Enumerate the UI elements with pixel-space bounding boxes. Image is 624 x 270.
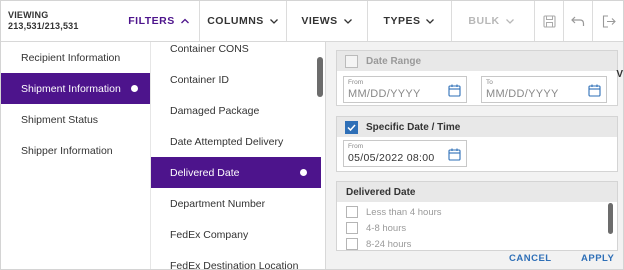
specific-date-title: Specific Date / Time bbox=[366, 121, 461, 133]
undo-button[interactable] bbox=[563, 1, 592, 41]
from-label: From bbox=[348, 143, 364, 150]
option-checkbox[interactable] bbox=[346, 206, 358, 218]
date-range-to-field[interactable]: To MM/DD/YYYY bbox=[481, 76, 607, 103]
chevron-up-icon bbox=[180, 18, 189, 24]
views-label: VIEWS bbox=[301, 15, 338, 27]
field-item-label: Delivered Date bbox=[170, 166, 240, 179]
clipped-edge-text: V bbox=[616, 69, 623, 80]
cancel-button[interactable]: CANCEL bbox=[509, 253, 552, 264]
field-item-container-cons[interactable]: Container CONS bbox=[151, 42, 321, 64]
field-item-department-number[interactable]: Department Number bbox=[151, 188, 321, 219]
field-item-damaged-package[interactable]: Damaged Package bbox=[151, 95, 321, 126]
specific-date-field[interactable]: From 05/05/2022 08:00 bbox=[343, 140, 467, 167]
viewing-count: 213,531/213,531 bbox=[8, 21, 79, 31]
delivered-date-header: Delivered Date bbox=[337, 182, 617, 202]
field-item-delivered-date[interactable]: Delivered Date bbox=[151, 157, 321, 188]
delivered-date-section: Delivered Date Less than 4 hours 4-8 hou… bbox=[336, 181, 618, 251]
viewing-label: VIEWING bbox=[8, 10, 49, 20]
nav-item-label: Shipment Status bbox=[21, 113, 99, 126]
field-item-fedex-company[interactable]: FedEx Company bbox=[151, 219, 321, 250]
nav-item-label: Shipper Information bbox=[21, 144, 113, 157]
types-label: TYPES bbox=[383, 15, 421, 27]
field-item-label: Container ID bbox=[170, 73, 229, 86]
from-label: From bbox=[348, 79, 364, 86]
bulk-label: BULK bbox=[468, 15, 500, 27]
date-range-checkbox[interactable] bbox=[345, 54, 358, 68]
export-button[interactable] bbox=[592, 1, 623, 41]
bulk-button[interactable]: BULK bbox=[451, 1, 531, 41]
options-scrollbar[interactable] bbox=[608, 203, 613, 234]
date-range-from-field[interactable]: From MM/DD/YYYY bbox=[343, 76, 467, 103]
filter-field-list: Container CONS Container ID Damaged Pack… bbox=[150, 42, 325, 270]
option-checkbox[interactable] bbox=[346, 222, 358, 234]
filters-button[interactable]: FILTERS bbox=[119, 1, 199, 41]
field-list-scrollbar[interactable] bbox=[317, 57, 323, 97]
date-range-header: Date Range bbox=[337, 51, 617, 71]
option-4-8-hours[interactable]: 4-8 hours bbox=[346, 221, 406, 235]
columns-label: COLUMNS bbox=[207, 15, 264, 27]
option-8-24-hours[interactable]: 8-24 hours bbox=[346, 237, 412, 250]
option-label: Less than 4 hours bbox=[366, 206, 442, 218]
delivered-date-title: Delivered Date bbox=[346, 186, 416, 198]
filter-category-nav: Recipient Information Shipment Informati… bbox=[1, 42, 151, 269]
chevron-down-icon bbox=[505, 19, 514, 24]
field-item-label: Department Number bbox=[170, 197, 266, 210]
views-button[interactable]: VIEWS bbox=[286, 1, 367, 41]
specific-date-checkbox[interactable] bbox=[345, 120, 358, 134]
field-item-date-attempted-delivery[interactable]: Date Attempted Delivery bbox=[151, 126, 321, 157]
filter-options-panel: Date Range From MM/DD/YYYY To MM/DD/YYYY bbox=[325, 42, 623, 269]
nav-item-recipient-information[interactable]: Recipient Information bbox=[1, 42, 150, 73]
nav-item-label: Shipment Information bbox=[21, 82, 121, 95]
calendar-icon[interactable] bbox=[588, 84, 601, 97]
field-item-label: Container CONS bbox=[170, 42, 249, 55]
chevron-down-icon bbox=[269, 19, 278, 24]
field-item-label: Damaged Package bbox=[170, 104, 260, 117]
save-button[interactable] bbox=[534, 1, 563, 41]
nav-item-shipment-information[interactable]: Shipment Information bbox=[1, 73, 150, 104]
active-indicator-dot bbox=[131, 85, 138, 92]
export-icon bbox=[602, 14, 616, 28]
field-item-fedex-destination-location[interactable]: FedEx Destination Location bbox=[151, 250, 321, 270]
to-label: To bbox=[486, 79, 493, 86]
calendar-icon[interactable] bbox=[448, 84, 461, 97]
viewing-counter: VIEWING 213,531/213,531 bbox=[8, 10, 79, 32]
columns-button[interactable]: COLUMNS bbox=[199, 1, 286, 41]
specific-date-section: Specific Date / Time From 05/05/2022 08:… bbox=[336, 116, 618, 172]
chevron-down-icon bbox=[426, 19, 435, 24]
option-checkbox[interactable] bbox=[346, 238, 358, 250]
option-less-than-4-hours[interactable]: Less than 4 hours bbox=[346, 205, 442, 219]
date-range-title: Date Range bbox=[366, 55, 422, 67]
field-item-label: FedEx Destination Location bbox=[170, 259, 299, 270]
undo-icon bbox=[571, 16, 585, 26]
option-label: 8-24 hours bbox=[366, 238, 412, 250]
active-indicator-dot bbox=[300, 169, 307, 176]
specific-date-value: 05/05/2022 08:00 bbox=[348, 152, 435, 164]
checkmark-icon bbox=[347, 123, 356, 131]
to-placeholder: MM/DD/YYYY bbox=[486, 88, 559, 100]
field-item-label: FedEx Company bbox=[170, 228, 249, 241]
nav-item-shipper-information[interactable]: Shipper Information bbox=[1, 135, 150, 166]
toolbar: VIEWING 213,531/213,531 FILTERS COLUMNS … bbox=[1, 1, 623, 42]
option-label: 4-8 hours bbox=[366, 222, 407, 234]
field-item-container-id[interactable]: Container ID bbox=[151, 64, 321, 95]
nav-item-shipment-status[interactable]: Shipment Status bbox=[1, 104, 150, 135]
filters-label: FILTERS bbox=[128, 15, 175, 27]
from-placeholder: MM/DD/YYYY bbox=[348, 88, 421, 100]
save-icon bbox=[542, 14, 556, 28]
calendar-icon[interactable] bbox=[448, 148, 461, 161]
chevron-down-icon bbox=[343, 19, 352, 24]
specific-date-header: Specific Date / Time bbox=[337, 117, 617, 137]
date-range-section: Date Range From MM/DD/YYYY To MM/DD/YYYY bbox=[336, 50, 618, 106]
field-item-label: Date Attempted Delivery bbox=[170, 135, 284, 148]
types-button[interactable]: TYPES bbox=[367, 1, 451, 41]
apply-button[interactable]: APPLY bbox=[581, 253, 614, 264]
filter-panel-window: VIEWING 213,531/213,531 FILTERS COLUMNS … bbox=[0, 0, 624, 270]
nav-item-label: Recipient Information bbox=[21, 51, 121, 64]
